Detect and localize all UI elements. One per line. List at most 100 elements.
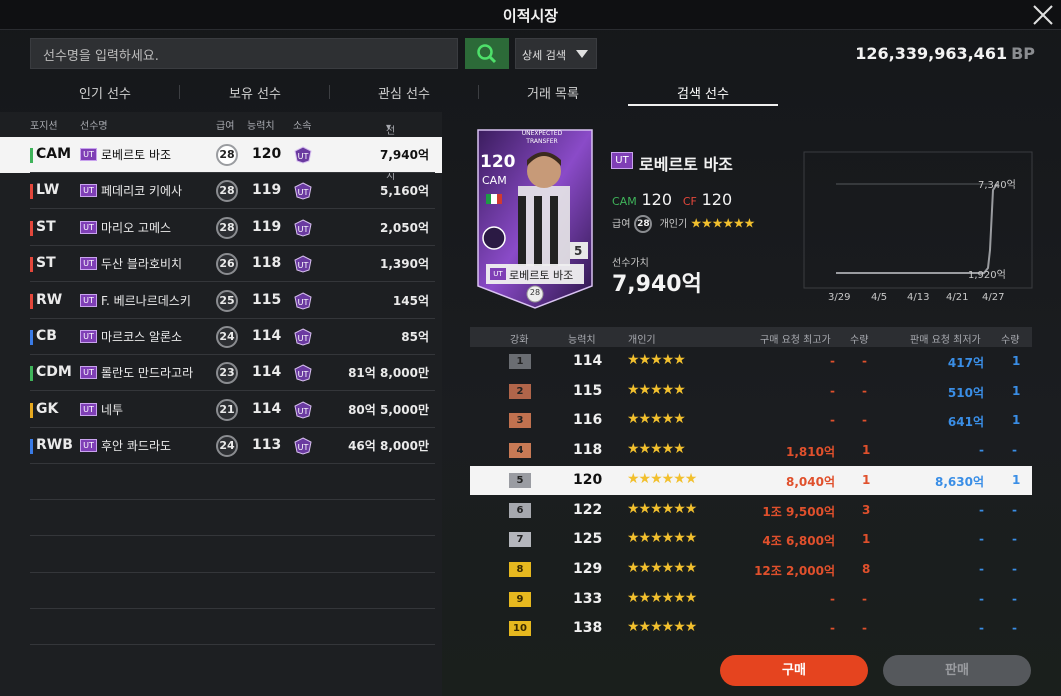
tab-watchlist[interactable]: 관심 선수 bbox=[329, 78, 479, 106]
search-input[interactable]: 선수명을 입력하세요. bbox=[30, 38, 458, 69]
buy-button[interactable]: 구매 bbox=[720, 655, 868, 686]
player-row[interactable]: GK UT 네투 21 114 UT 80억 5,000만 bbox=[0, 392, 442, 428]
tab-owned[interactable]: 보유 선수 bbox=[180, 78, 330, 106]
sell-quantity: - bbox=[1012, 591, 1017, 606]
player-ovr: 120 bbox=[252, 146, 282, 162]
player-name: F. 베르나르데스키 bbox=[101, 293, 191, 308]
grade-row[interactable]: 9 133 ★★★★★★ - - - - bbox=[470, 585, 1032, 614]
player-value: 85억 bbox=[401, 330, 429, 344]
grade-row[interactable]: 7 125 ★★★★★★ 4조 6,800억 1 - - bbox=[470, 525, 1032, 554]
detail-search-dropdown[interactable]: 상세 검색 bbox=[515, 38, 597, 69]
grade-badge: 1 bbox=[509, 354, 531, 369]
grade-ovr: 118 bbox=[573, 442, 603, 459]
grade-skill-stars: ★★★★★★ bbox=[627, 500, 697, 517]
grade-skill-stars: ★★★★★★ bbox=[627, 589, 697, 606]
grade-row[interactable]: 2 115 ★★★★★ - - 510억 1 bbox=[470, 377, 1032, 406]
salary-badge: 26 bbox=[216, 253, 238, 276]
svg-text:UT: UT bbox=[298, 334, 309, 343]
detail-positions: CAM 120 CF 120 bbox=[612, 190, 732, 209]
player-row[interactable]: CB UT 마르코스 알론소 24 114 UT 85억 bbox=[0, 319, 442, 355]
bp-unit: BP bbox=[1011, 44, 1035, 63]
player-ovr: 114 bbox=[252, 400, 282, 417]
header-buy-max: 구매 요청 최고가 bbox=[760, 335, 831, 346]
sell-button[interactable]: 판매 bbox=[883, 655, 1031, 686]
sell-min-price: 8,630억 bbox=[935, 474, 984, 489]
player-name: 롤란도 만드라고라 bbox=[101, 366, 194, 381]
player-name: 페데리코 키에사 bbox=[101, 184, 183, 199]
salary-badge: 25 bbox=[216, 289, 238, 312]
sell-quantity: 1 bbox=[1012, 413, 1021, 428]
detail-search-label: 상세 검색 bbox=[522, 49, 566, 62]
header-ovr[interactable]: 능력치 bbox=[247, 117, 275, 132]
grade-badge: 8 bbox=[509, 561, 531, 577]
detail-meta: 급여 28 개인기 ★★★★★★ bbox=[612, 215, 755, 233]
salary-badge: 28 bbox=[216, 216, 238, 239]
sell-quantity: - bbox=[1012, 443, 1017, 458]
grade-ovr: 122 bbox=[573, 501, 603, 518]
player-value: 1,390억 bbox=[380, 257, 429, 272]
grade-row[interactable]: 1 114 ★★★★★ - - 417억 1 bbox=[470, 347, 1032, 376]
grade-row[interactable]: 4 118 ★★★★★ 1,810억 1 - - bbox=[470, 436, 1032, 465]
player-position: RWB bbox=[36, 437, 73, 454]
header-grade: 강화 bbox=[510, 335, 529, 346]
sell-min-price: 641억 bbox=[947, 415, 984, 430]
header-ovr: 능력치 bbox=[568, 335, 596, 346]
player-position: CDM bbox=[36, 364, 72, 381]
grade-row[interactable]: 5 120 ★★★★★★ 8,040억 1 8,630억 1 bbox=[470, 465, 1032, 495]
svg-text:UT: UT bbox=[298, 370, 309, 379]
buy-quantity: 3 bbox=[862, 502, 871, 517]
sell-quantity: - bbox=[1012, 532, 1017, 547]
header-salary[interactable]: 급여 bbox=[216, 117, 234, 132]
chevron-down-icon bbox=[576, 50, 588, 58]
grade-row[interactable]: 6 122 ★★★★★★ 1조 9,500억 3 - - bbox=[470, 496, 1032, 525]
card-ovr: 120 bbox=[480, 152, 516, 172]
player-row[interactable]: ST UT 두산 블라호비치 26 118 UT 1,390억 bbox=[0, 246, 442, 283]
tab-trades[interactable]: 거래 목록 bbox=[478, 78, 628, 106]
player-ovr: 119 bbox=[252, 218, 282, 235]
bp-balance: 126,339,963,461 BP bbox=[855, 44, 1035, 63]
buy-quantity: 1 bbox=[862, 532, 871, 547]
close-icon bbox=[1033, 5, 1053, 25]
tab-search-players[interactable]: 검색 선수 bbox=[628, 78, 778, 106]
player-row[interactable]: ST UT 마리오 고메스 28 119 UT 2,050억 bbox=[0, 210, 442, 246]
season-badge: UT bbox=[80, 330, 97, 343]
player-row[interactable]: CDM UT 롤란도 만드라고라 23 114 UT 81억 8,000만 bbox=[0, 355, 442, 392]
tab-popular[interactable]: 인기 선수 bbox=[30, 78, 180, 106]
header-position[interactable]: 포지션 bbox=[30, 117, 58, 132]
card-salary: 28 bbox=[529, 288, 541, 297]
position-color-bar bbox=[30, 220, 33, 236]
salary-badge: 21 bbox=[216, 398, 238, 421]
header-club[interactable]: 소속 bbox=[293, 117, 311, 132]
grade-row[interactable]: 3 116 ★★★★★ - - 641억 1 bbox=[470, 406, 1032, 435]
season-badge: UT bbox=[80, 184, 97, 198]
svg-text:UT: UT bbox=[298, 261, 309, 270]
skill-label: 개인기 bbox=[659, 219, 688, 230]
player-name: 마르코스 알론소 bbox=[101, 330, 183, 344]
player-ovr: 114 bbox=[252, 364, 282, 381]
sort-desc-icon: ▾ bbox=[386, 122, 392, 133]
graph-date: 4/5 bbox=[871, 292, 888, 303]
grade-ovr: 125 bbox=[573, 531, 603, 548]
player-position: LW bbox=[36, 182, 60, 199]
svg-text:UT: UT bbox=[298, 188, 309, 197]
buy-quantity: 8 bbox=[862, 561, 871, 576]
player-value: 2,050억 bbox=[380, 220, 429, 235]
player-value: 80억 5,000만 bbox=[348, 402, 429, 417]
player-row[interactable]: LW UT 페데리코 키에사 28 119 UT 5,160억 bbox=[0, 173, 442, 210]
header-name[interactable]: 선수명 bbox=[80, 117, 108, 132]
grade-row[interactable]: 8 129 ★★★★★★ 12조 2,000억 8 - - bbox=[470, 555, 1032, 584]
sell-min-price: - bbox=[979, 561, 984, 576]
grade-skill-stars: ★★★★★ bbox=[627, 381, 686, 398]
sell-min-price: - bbox=[979, 591, 984, 606]
player-position: GK bbox=[36, 400, 59, 417]
grade-badge: 10 bbox=[509, 621, 531, 637]
pos2-ovr: 120 bbox=[701, 190, 733, 209]
player-row[interactable]: RW UT F. 베르나르데스키 25 115 UT 145억 bbox=[0, 283, 442, 319]
close-button[interactable] bbox=[1031, 3, 1055, 27]
player-row[interactable]: CAM UT 로베르토 바조 28 120 UT 7,940억 bbox=[0, 137, 442, 173]
player-row[interactable]: RWB UT 후안 콰드라도 24 113 UT 46억 8,000만 bbox=[0, 428, 442, 465]
search-button[interactable] bbox=[465, 38, 509, 69]
grade-row[interactable]: 10 138 ★★★★★★ - - - - bbox=[470, 614, 1032, 643]
player-ovr: 113 bbox=[252, 437, 282, 454]
grade-skill-stars: ★★★★★★ bbox=[627, 619, 697, 636]
